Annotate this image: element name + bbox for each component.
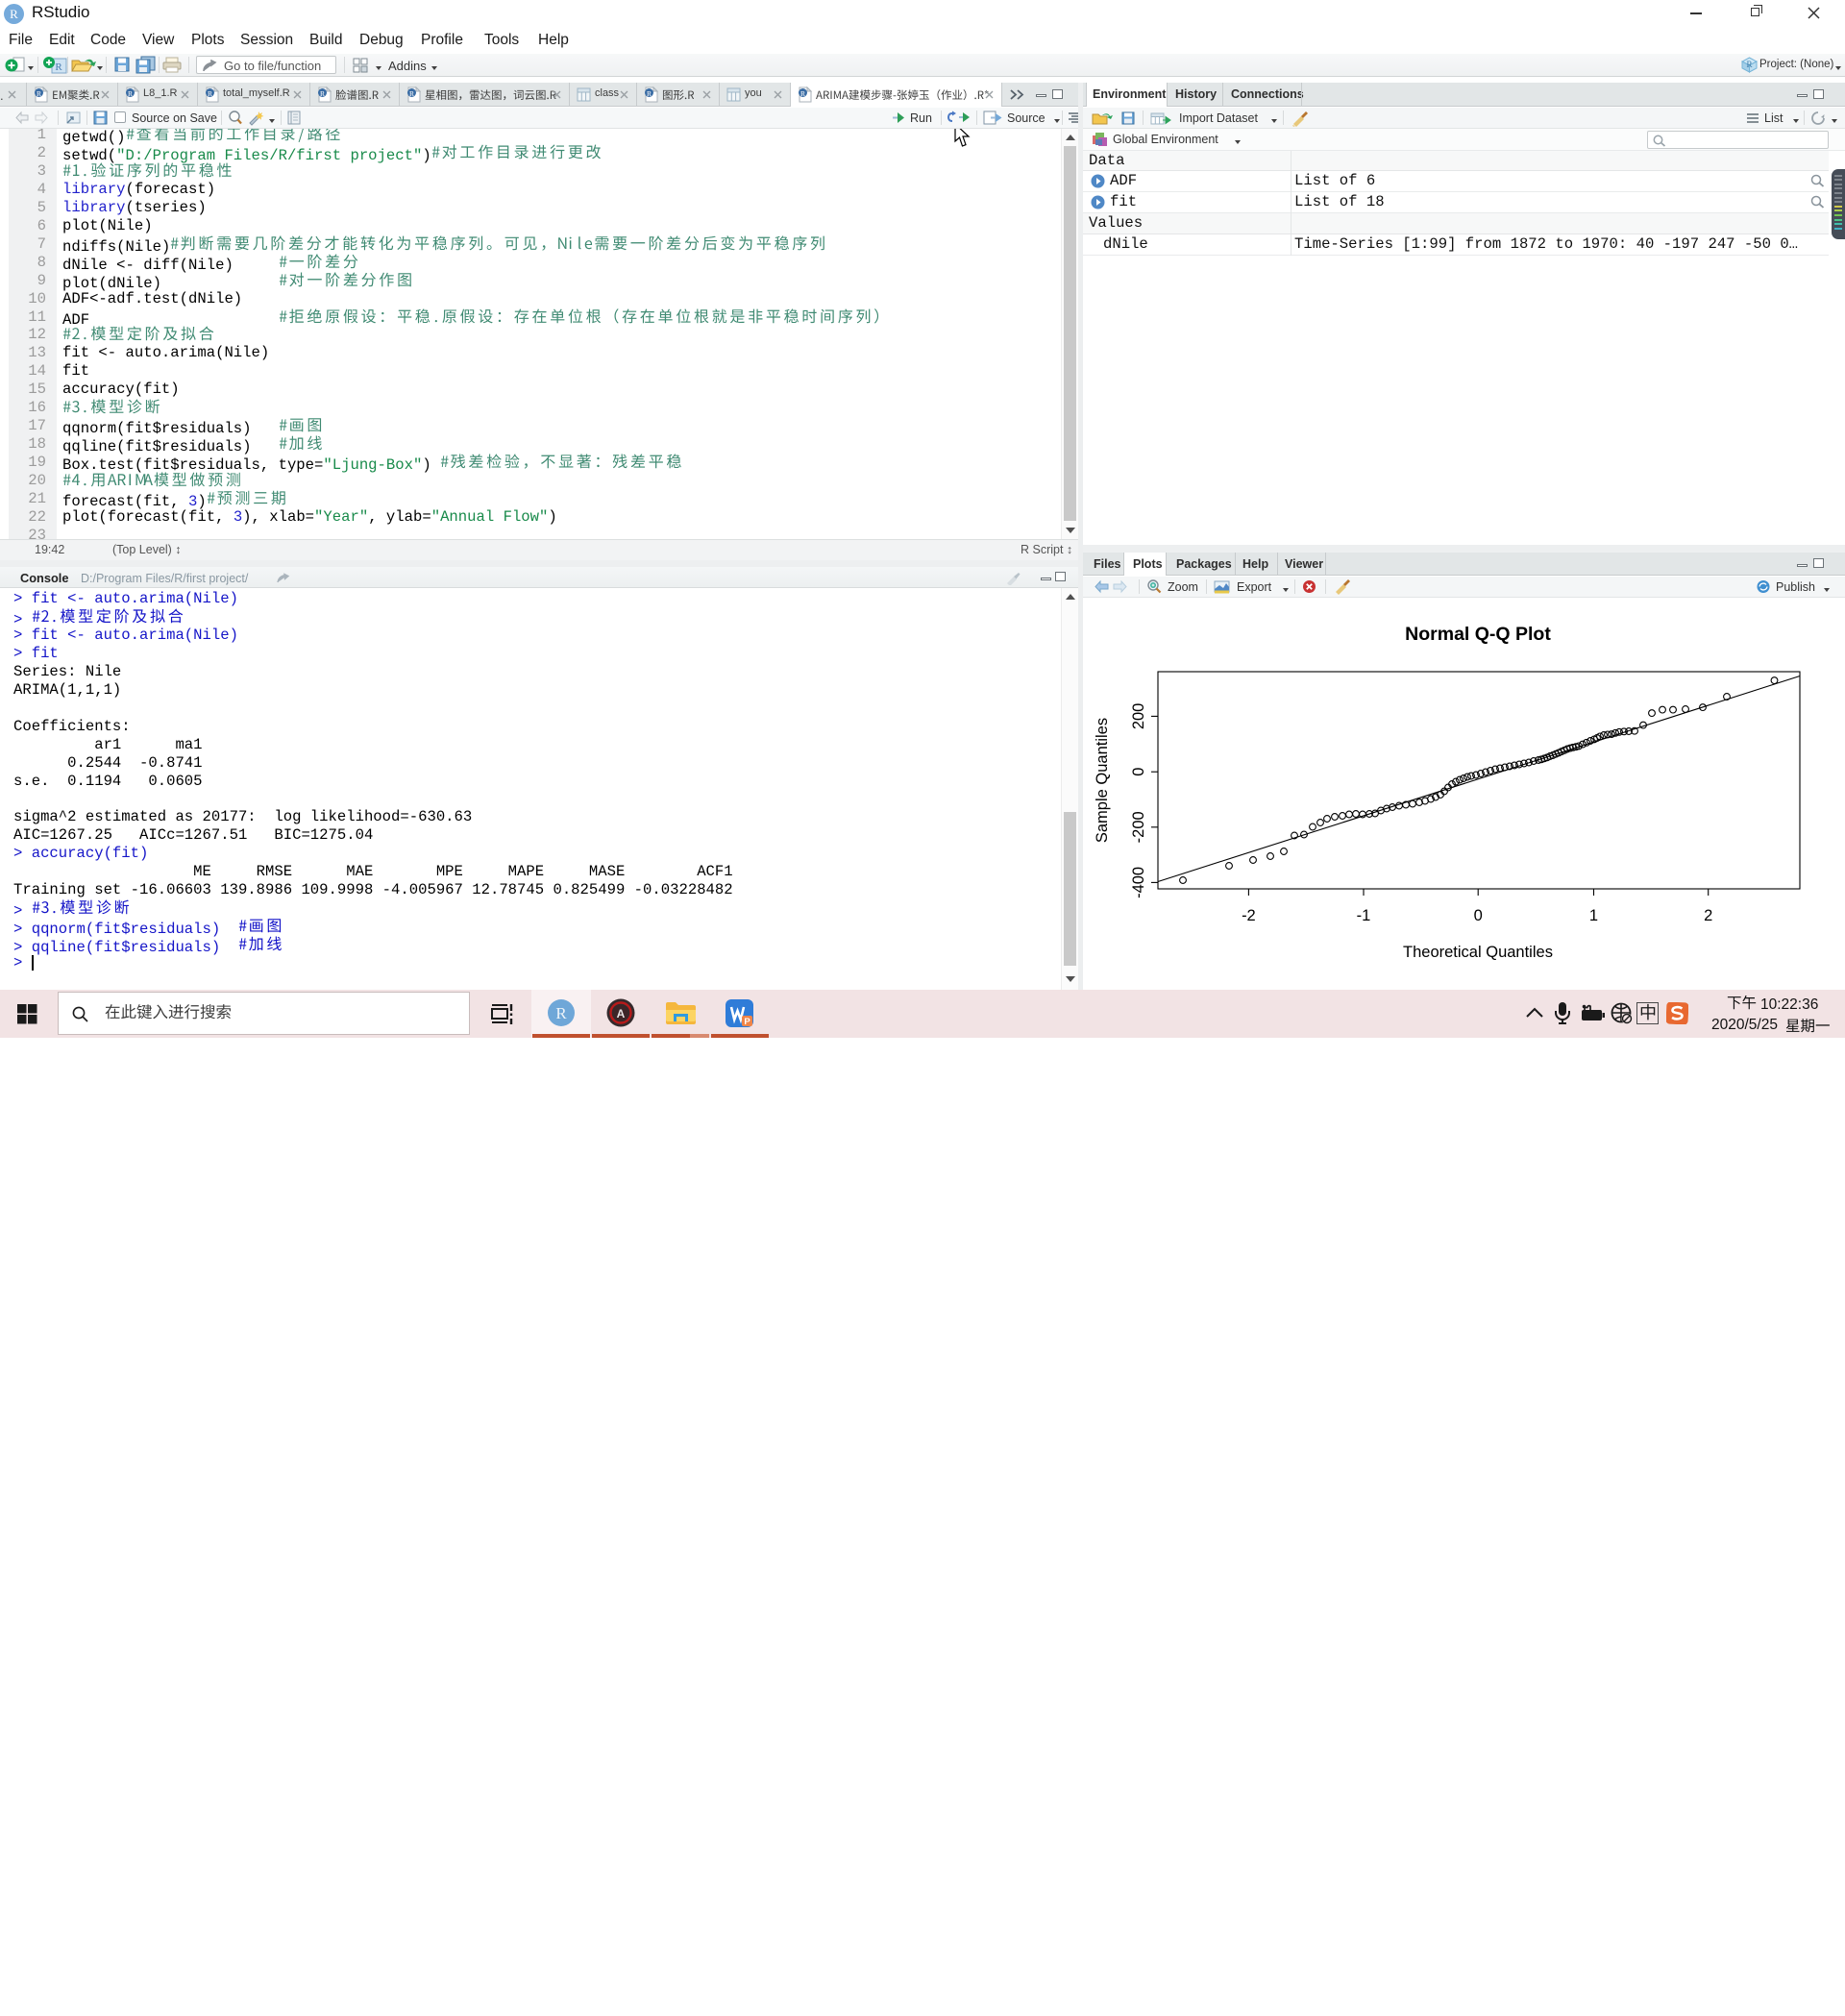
svg-text:R: R <box>55 61 62 73</box>
svg-text:P: P <box>744 1017 750 1027</box>
svg-text:Theoretical Quantiles: Theoretical Quantiles <box>1403 944 1553 961</box>
svg-text:Normal Q-Q Plot: Normal Q-Q Plot <box>1405 624 1551 645</box>
svg-text:-400: -400 <box>1130 867 1147 898</box>
svg-text:R: R <box>320 89 325 98</box>
svg-text:-1: -1 <box>1357 907 1371 924</box>
svg-text:R: R <box>128 89 133 98</box>
svg-text:1: 1 <box>1589 907 1598 924</box>
svg-text:R: R <box>208 89 212 98</box>
svg-text:2: 2 <box>1704 907 1712 924</box>
svg-text:R: R <box>647 89 652 98</box>
svg-text:200: 200 <box>1130 703 1147 730</box>
svg-text:R: R <box>409 89 414 98</box>
svg-text:-2: -2 <box>1242 907 1256 924</box>
svg-text:R: R <box>37 89 41 98</box>
svg-text:-200: -200 <box>1130 811 1147 843</box>
svg-text:R: R <box>555 1004 567 1022</box>
svg-text:A: A <box>617 1007 626 1020</box>
svg-text:R: R <box>800 89 805 98</box>
svg-text:0: 0 <box>1474 907 1483 924</box>
svg-text:R: R <box>1746 60 1752 69</box>
svg-text:Sample Quantiles: Sample Quantiles <box>1094 718 1111 843</box>
svg-text:0: 0 <box>1130 768 1147 776</box>
